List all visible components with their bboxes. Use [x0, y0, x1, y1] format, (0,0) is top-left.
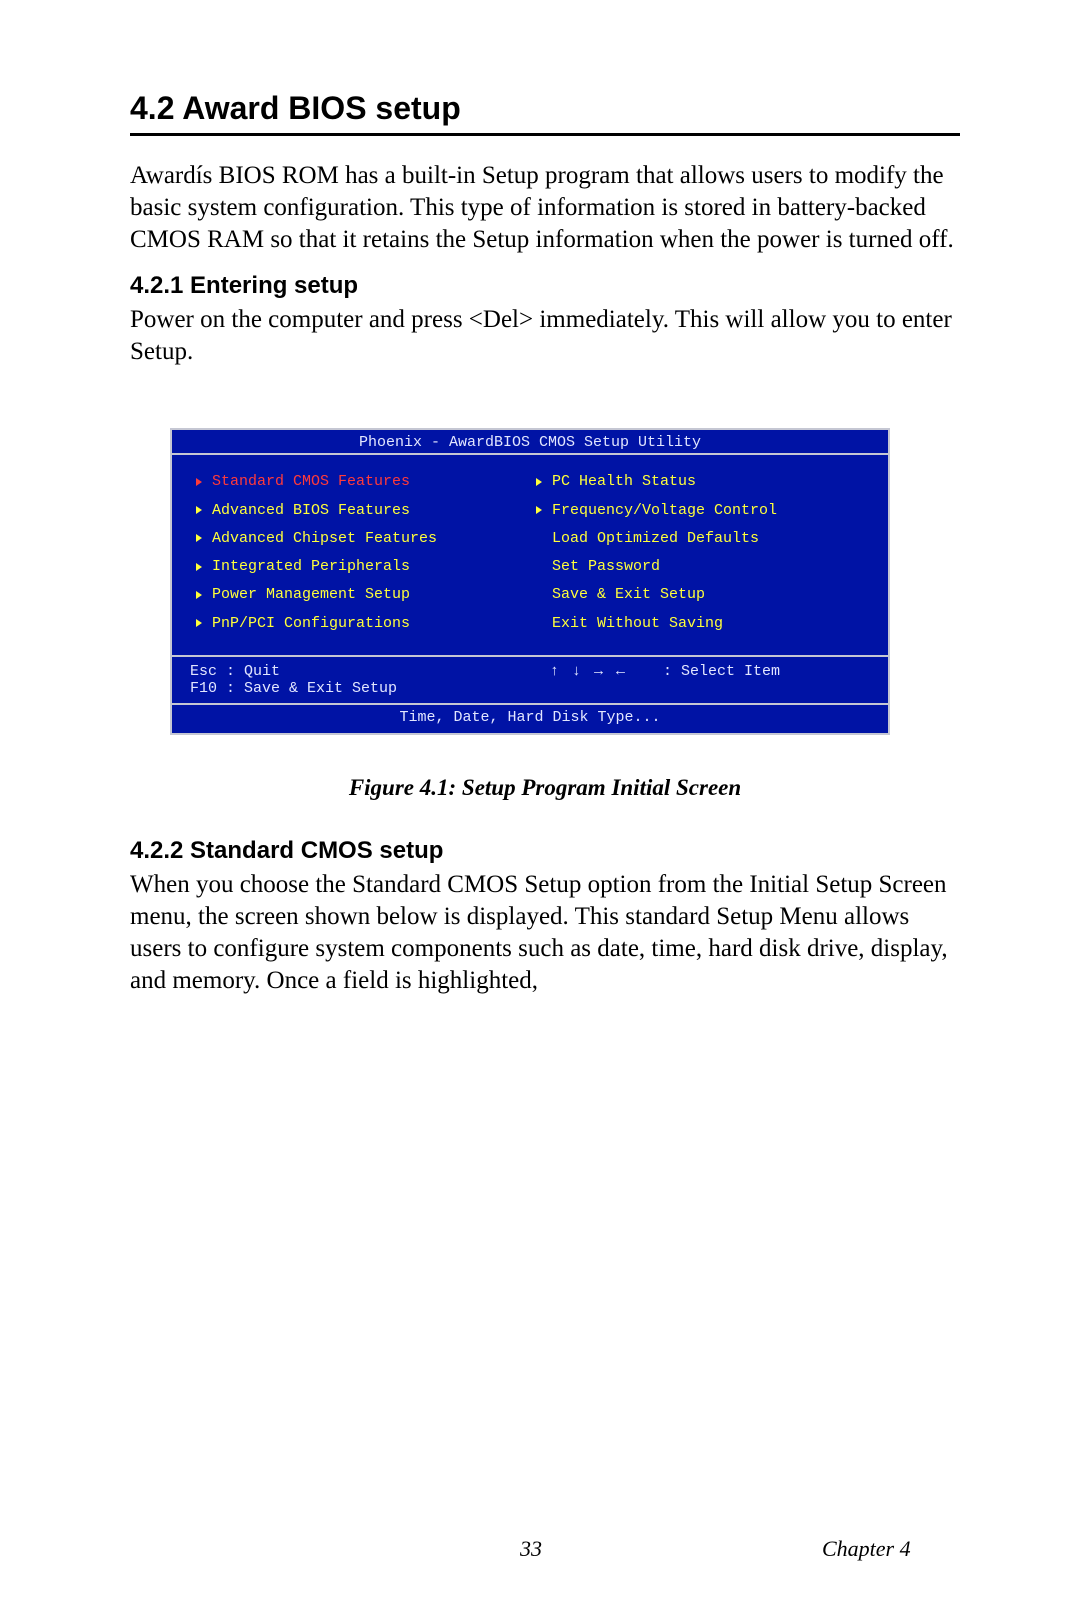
page-number: 33: [520, 1536, 542, 1562]
submenu-arrow-icon: [196, 478, 202, 486]
sub1-heading: 4.2.1 Entering setup: [130, 272, 960, 300]
sub2-heading: 4.2.2 Standard CMOS setup: [130, 837, 960, 865]
page: 4.2 Award BIOS setup Awardís BIOS ROM ha…: [0, 0, 1080, 1622]
page-footer: 33 Chapter 4: [0, 1536, 1080, 1562]
bios-key-esc: Esc : Quit: [190, 663, 510, 680]
sub1-paragraph: Power on the computer and press <Del> im…: [130, 304, 960, 368]
submenu-arrow-icon: [536, 563, 542, 571]
bios-menu-item[interactable]: Advanced BIOS Features: [190, 502, 530, 519]
sub2-paragraph: When you choose the Standard CMOS Setup …: [130, 869, 960, 997]
submenu-arrow-icon: [536, 506, 542, 514]
bios-menu-item[interactable]: PC Health Status: [530, 473, 870, 490]
section-heading: 4.2 Award BIOS setup: [130, 90, 960, 127]
bios-right-column: PC Health Status Frequency/Voltage Contro…: [530, 473, 870, 643]
submenu-arrow-icon: [196, 563, 202, 571]
bios-menu-label: Advanced BIOS Features: [212, 502, 410, 519]
bios-footer-keys: Esc : Quit F10 : Save & Exit Setup ↑ ↓ →…: [172, 655, 888, 704]
bios-footer-hint: Time, Date, Hard Disk Type...: [172, 703, 888, 732]
bios-menu-item[interactable]: Integrated Peripherals: [190, 558, 530, 575]
bios-menu-item[interactable]: Set Password: [530, 558, 870, 575]
bios-menu-item[interactable]: Frequency/Voltage Control: [530, 502, 870, 519]
bios-menu-label: Set Password: [552, 558, 660, 575]
bios-menu-label: Integrated Peripherals: [212, 558, 410, 575]
bios-menu-item[interactable]: Save & Exit Setup: [530, 586, 870, 603]
bios-menu-item[interactable]: Exit Without Saving: [530, 615, 870, 632]
bios-window: Phoenix - AwardBIOS CMOS Setup Utility S…: [170, 428, 890, 735]
submenu-arrow-icon: [196, 619, 202, 627]
bios-menu-label: Power Management Setup: [212, 586, 410, 603]
bios-menu-label: Standard CMOS Features: [212, 473, 410, 490]
figure-caption: Figure 4.1: Setup Program Initial Screen: [130, 775, 960, 801]
bios-menu-label: Load Optimized Defaults: [552, 530, 759, 547]
bios-menu-item[interactable]: Advanced Chipset Features: [190, 530, 530, 547]
bios-menu-item[interactable]: Power Management Setup: [190, 586, 530, 603]
section-rule: [130, 133, 960, 136]
bios-menu-item[interactable]: Standard CMOS Features: [190, 473, 530, 490]
bios-select-label: : Select Item: [663, 663, 780, 680]
bios-menu-label: PC Health Status: [552, 473, 696, 490]
bios-menu-item[interactable]: PnP/PCI Configurations: [190, 615, 530, 632]
section-paragraph: Awardís BIOS ROM has a built-in Setup pr…: [130, 160, 960, 256]
bios-key-f10: F10 : Save & Exit Setup: [190, 680, 510, 697]
submenu-arrow-icon: [196, 534, 202, 542]
submenu-arrow-icon: [536, 619, 542, 627]
bios-left-column: Standard CMOS Features Advanced BIOS Feat…: [190, 473, 530, 643]
bios-menu-item[interactable]: Load Optimized Defaults: [530, 530, 870, 547]
chapter-label: Chapter 4: [822, 1536, 911, 1562]
submenu-arrow-icon: [196, 506, 202, 514]
submenu-arrow-icon: [536, 478, 542, 486]
submenu-arrow-icon: [536, 534, 542, 542]
bios-menu-label: Exit Without Saving: [552, 615, 723, 632]
bios-title: Phoenix - AwardBIOS CMOS Setup Utility: [172, 430, 888, 455]
bios-arrow-keys-icon: ↑ ↓ → ←: [550, 663, 627, 680]
bios-menu-label: Frequency/Voltage Control: [552, 502, 777, 519]
bios-menu-label: Advanced Chipset Features: [212, 530, 437, 547]
submenu-arrow-icon: [536, 591, 542, 599]
bios-body: Standard CMOS Features Advanced BIOS Feat…: [172, 455, 888, 655]
bios-menu-label: Save & Exit Setup: [552, 586, 705, 603]
bios-menu-label: PnP/PCI Configurations: [212, 615, 410, 632]
bios-figure: Phoenix - AwardBIOS CMOS Setup Utility S…: [170, 428, 960, 735]
submenu-arrow-icon: [196, 591, 202, 599]
